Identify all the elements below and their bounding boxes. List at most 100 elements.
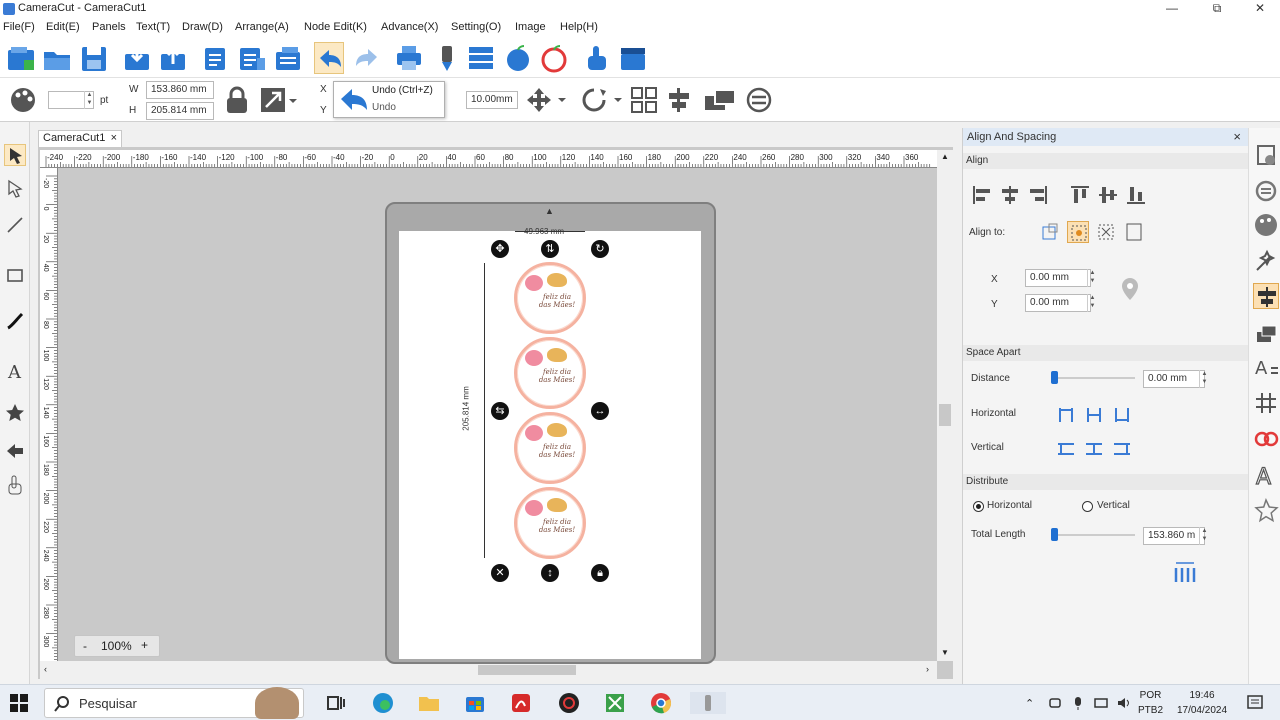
- align-y-spinner[interactable]: ▲ ▼: [1087, 294, 1097, 312]
- apple-red-icon[interactable]: [539, 42, 569, 74]
- align-right-icon[interactable]: [1027, 184, 1049, 206]
- align-top-icon[interactable]: [1069, 184, 1091, 206]
- delete-handle-icon[interactable]: ✕: [491, 564, 509, 582]
- flip-handle-icon[interactable]: ⇅: [541, 240, 559, 258]
- align-to-document-icon[interactable]: [1123, 221, 1145, 243]
- apply-distribute-icon[interactable]: [1171, 560, 1197, 584]
- palette-icon[interactable]: [8, 86, 38, 114]
- stretch-vertical-handle-icon[interactable]: ↕: [541, 564, 559, 582]
- align-to-page-icon[interactable]: [1095, 221, 1117, 243]
- hand-touch-icon[interactable]: [582, 42, 612, 74]
- close-button[interactable]: ✕: [1238, 0, 1280, 18]
- chrome-icon[interactable]: [650, 692, 672, 714]
- space-top-icon[interactable]: [1055, 438, 1077, 460]
- align-panel-icon[interactable]: [1253, 283, 1279, 309]
- print-icon[interactable]: [394, 42, 424, 74]
- move-handle-icon[interactable]: ✥: [491, 240, 509, 258]
- align-middle-vertical-icon[interactable]: [1097, 184, 1119, 206]
- outline-width-spinner[interactable]: ▲ ▼: [84, 91, 94, 109]
- tray-microphone-icon[interactable]: [1072, 696, 1084, 710]
- height-input[interactable]: 205.814 mm: [146, 102, 214, 120]
- node-select-icon[interactable]: [4, 178, 26, 200]
- weld-panel-icon[interactable]: [1253, 426, 1279, 452]
- distance-slider-track[interactable]: [1055, 377, 1135, 379]
- align-x-spinner[interactable]: ▲ ▼: [1087, 269, 1097, 287]
- horizontal-scroll-thumb[interactable]: [478, 665, 576, 675]
- align-x-input[interactable]: 0.00 mm: [1025, 269, 1091, 287]
- align-to-last-selected-icon[interactable]: [1039, 221, 1061, 243]
- task-view-icon[interactable]: [325, 692, 347, 714]
- import-icon[interactable]: [122, 42, 152, 74]
- scale-icon[interactable]: [258, 85, 298, 115]
- cameracut-taskbar-icon[interactable]: [690, 692, 726, 714]
- align-to-selection-icon[interactable]: [1067, 221, 1089, 243]
- spreadsheet-app-icon[interactable]: [604, 692, 626, 714]
- notifications-icon[interactable]: [1246, 694, 1264, 712]
- lock-ratio-icon[interactable]: [222, 85, 252, 115]
- stretch-horizontal-handle-icon[interactable]: ↔: [591, 402, 609, 420]
- rotate-icon[interactable]: [580, 86, 624, 114]
- total-length-spinner[interactable]: ▲ ▼: [1199, 527, 1209, 545]
- total-length-input[interactable]: 153.860 m: [1143, 527, 1205, 545]
- paste-icon[interactable]: [237, 42, 267, 74]
- redo-icon[interactable]: [352, 42, 382, 74]
- edge-browser-icon[interactable]: [372, 692, 394, 714]
- export-icon[interactable]: [158, 42, 188, 74]
- offset-input[interactable]: 10.00mm: [466, 91, 518, 109]
- menu-file[interactable]: File(F): [3, 21, 35, 33]
- text-panel-icon[interactable]: A: [1253, 354, 1279, 380]
- label-circle-2[interactable]: feliz dia das Mães!: [514, 337, 586, 409]
- grid-panel-icon[interactable]: [1253, 390, 1279, 416]
- vertical-scroll-thumb[interactable]: [939, 404, 951, 426]
- transform-panel-icon[interactable]: [1253, 178, 1279, 204]
- mirror-icon[interactable]: [744, 86, 774, 114]
- panel-close-button[interactable]: ×: [1233, 128, 1241, 146]
- save-icon[interactable]: [79, 42, 109, 74]
- layers-panel-icon[interactable]: [1253, 320, 1279, 346]
- pdf-reader-icon[interactable]: [510, 692, 532, 714]
- zoom-in-button[interactable]: +: [141, 638, 148, 652]
- plotter-pen-icon[interactable]: [432, 42, 462, 74]
- radio-vertical[interactable]: [1082, 501, 1093, 512]
- align-left-icon[interactable]: [971, 184, 993, 206]
- align-center-horizontal-icon[interactable]: [999, 184, 1021, 206]
- color-panel-icon[interactable]: [1253, 212, 1279, 238]
- menu-panels[interactable]: Panels: [92, 21, 126, 33]
- scroll-down-arrow[interactable]: ▼: [941, 648, 949, 657]
- align-center-icon[interactable]: [665, 86, 693, 114]
- zoom-out-button[interactable]: -: [83, 639, 87, 653]
- total-length-slider-thumb[interactable]: [1051, 528, 1058, 541]
- distance-slider-thumb[interactable]: [1051, 371, 1058, 384]
- menu-edit[interactable]: Edit(E): [46, 21, 80, 33]
- menu-image[interactable]: Image: [515, 21, 546, 33]
- file-explorer-icon[interactable]: [418, 692, 440, 714]
- align-bottom-icon[interactable]: [1125, 184, 1147, 206]
- total-length-slider-track[interactable]: [1055, 534, 1135, 536]
- radio-horizontal[interactable]: [973, 501, 984, 512]
- star-panel-icon[interactable]: [1253, 498, 1279, 524]
- menu-help[interactable]: Help(H): [560, 21, 598, 33]
- menu-node-edit[interactable]: Node Edit(K): [304, 21, 367, 33]
- menu-text[interactable]: Text(T): [136, 21, 170, 33]
- recorder-app-icon[interactable]: [558, 692, 580, 714]
- rotate-handle-icon[interactable]: ↻: [591, 240, 609, 258]
- star-tool-icon[interactable]: [4, 402, 26, 424]
- taskbar-search[interactable]: Pesquisar: [44, 687, 304, 719]
- tray-webcam-icon[interactable]: [1048, 696, 1062, 710]
- document-tab[interactable]: CameraCut1 ×: [38, 130, 122, 147]
- distance-spinner[interactable]: ▲ ▼: [1199, 370, 1209, 388]
- tray-expand-icon[interactable]: ⌃: [1025, 697, 1034, 710]
- back-arrow-icon[interactable]: [4, 440, 26, 462]
- vertical-scrollbar[interactable]: ▲ ▼: [937, 150, 953, 661]
- space-center-v-icon[interactable]: [1083, 438, 1105, 460]
- apple-blue-icon[interactable]: [503, 42, 533, 74]
- hand-pan-icon[interactable]: [4, 474, 26, 496]
- label-circle-1[interactable]: feliz dia das Mães!: [514, 262, 586, 334]
- label-circle-4[interactable]: feliz dia das Mães!: [514, 487, 586, 559]
- select-arrow-icon[interactable]: [4, 144, 26, 166]
- combine-shapes-icon[interactable]: [703, 86, 737, 114]
- maximize-button[interactable]: ⧉: [1195, 0, 1239, 18]
- line-tool-icon[interactable]: [4, 214, 26, 236]
- align-y-input[interactable]: 0.00 mm: [1025, 294, 1091, 312]
- space-left-icon[interactable]: [1055, 404, 1077, 426]
